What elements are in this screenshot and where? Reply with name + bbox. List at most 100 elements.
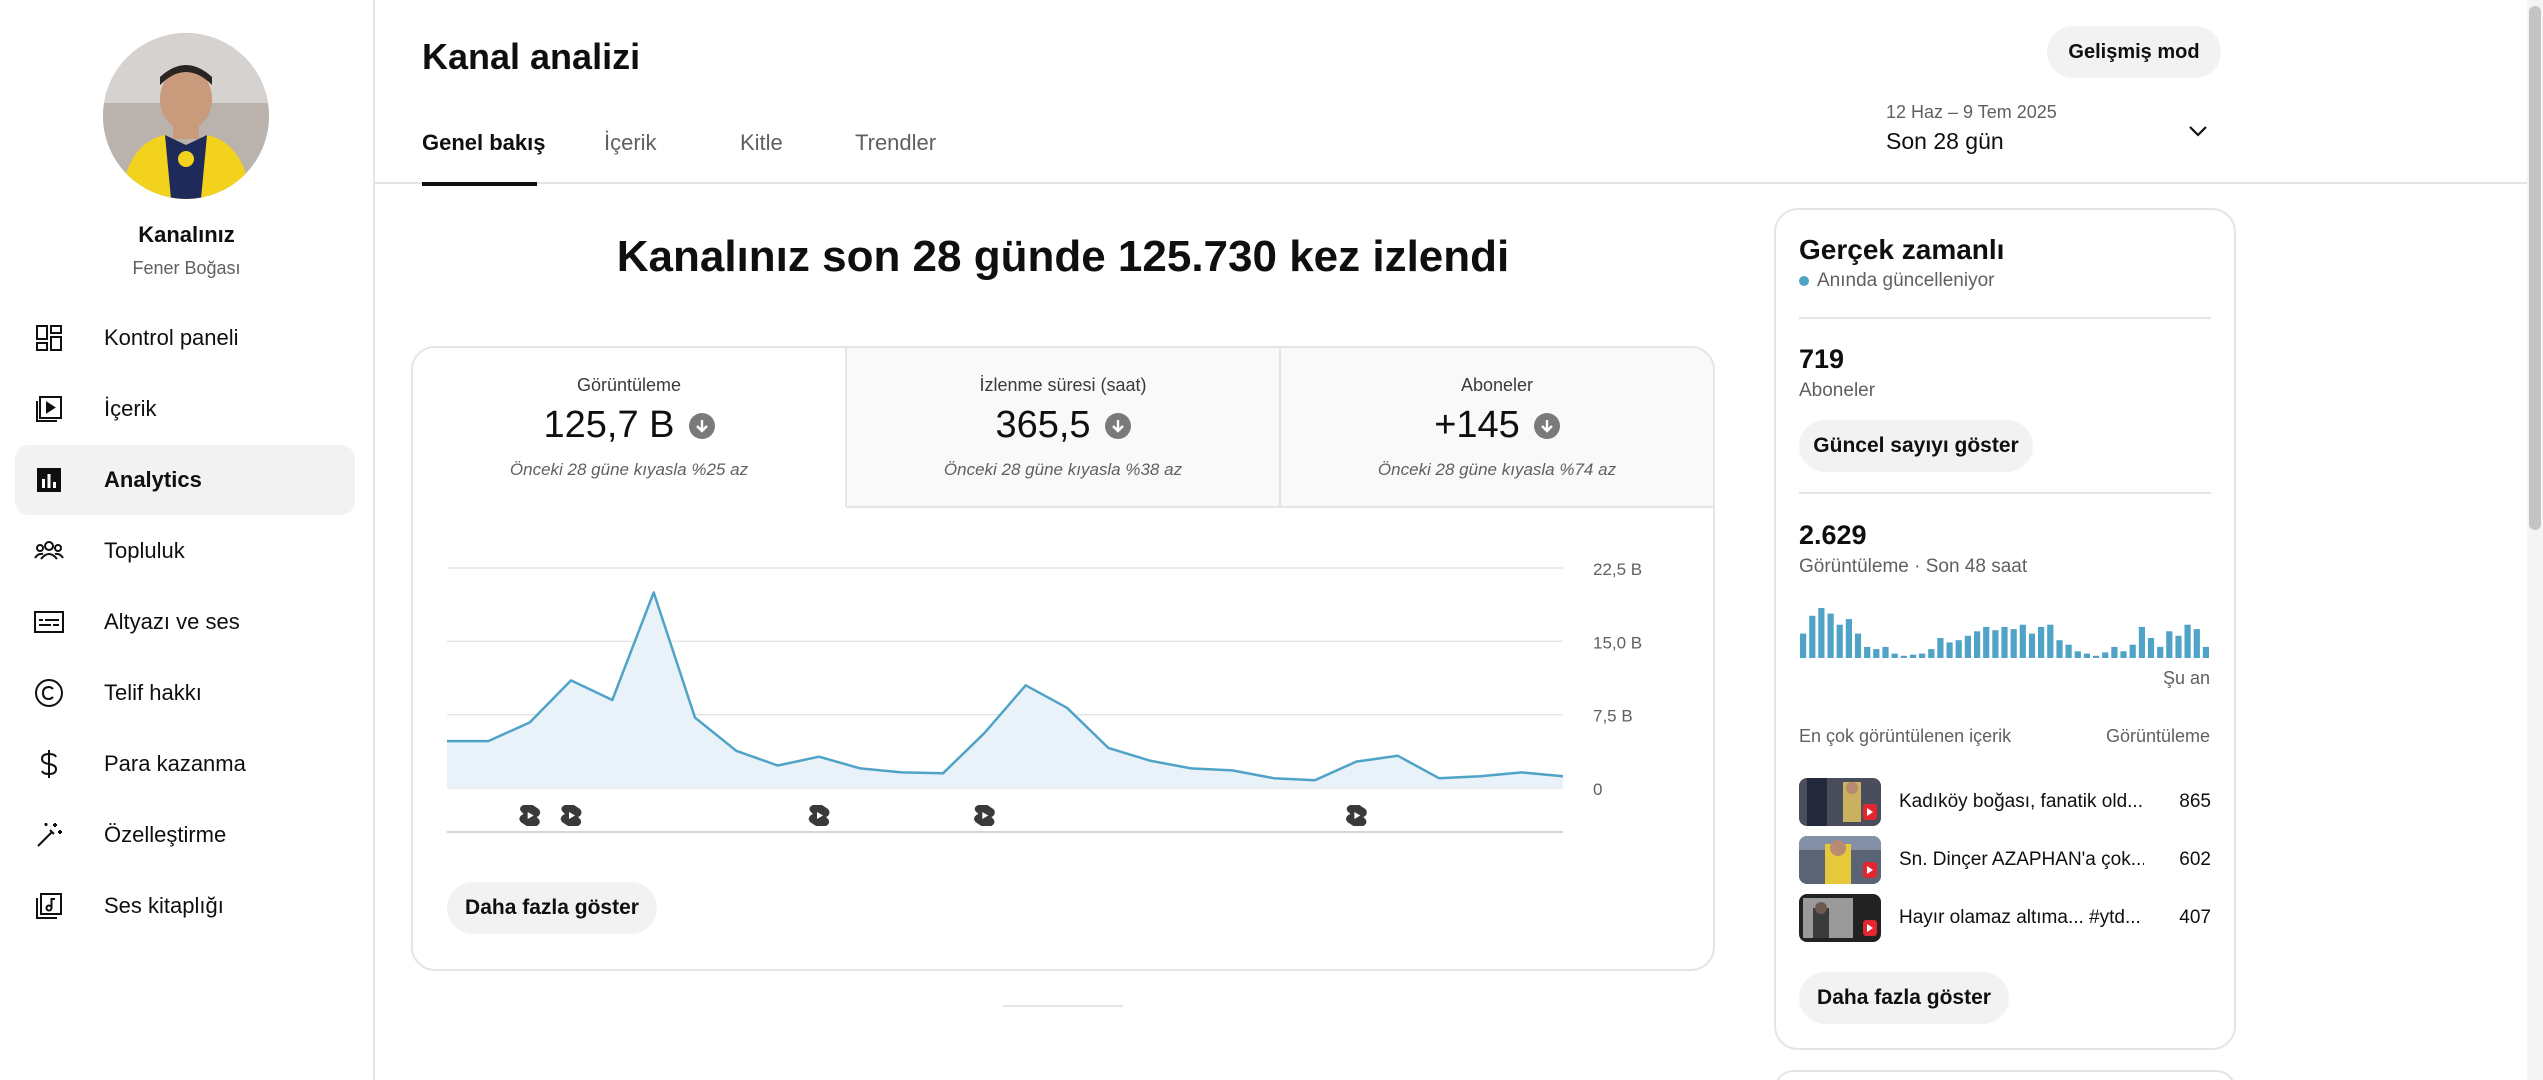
realtime-bar: [1909, 654, 1917, 658]
metric-value-row: 365,5: [847, 404, 1279, 447]
chart-y-tick-label: 15,0 B: [1593, 633, 1642, 652]
tab-trends[interactable]: Trendler: [855, 130, 936, 184]
metric-compare: Önceki 28 güne kıyasla %74 az: [1377, 460, 1617, 479]
metric-subscribers[interactable]: Aboneler +145 Önceki 28 güne kıyasla %74…: [1281, 348, 1713, 508]
chart-y-tick-label: 22,5 B: [1593, 560, 1642, 579]
channel-handle: Fener Boğası: [132, 258, 241, 278]
carousel-indicator: [1003, 1005, 1123, 1007]
sidebar-item-label: Altyazı ve ses: [104, 609, 240, 634]
date-range-selector[interactable]: Son 28 gün: [1886, 128, 2004, 155]
views-headline: Kanalınız son 28 günde 125.730 kez izlen…: [616, 232, 1510, 281]
realtime-bar: [2157, 646, 2164, 658]
tab-label: Kitle: [740, 130, 783, 155]
realtime-bar: [1992, 630, 1999, 658]
metric-compare: Önceki 28 güne kıyasla %38 az: [943, 460, 1183, 479]
subtitles-icon: [34, 607, 64, 637]
sidebar-item-subtitles[interactable]: Altyazı ve ses: [15, 587, 355, 657]
metric-watch-time[interactable]: İzlenme süresi (saat) 365,5 Önceki 28 gü…: [847, 348, 1281, 508]
customization-icon: [34, 820, 64, 850]
views-chart[interactable]: 22,5 B15,0 B7,5 B012 Haz 20...17 Haz 202…: [413, 538, 1713, 838]
avatar[interactable]: [103, 33, 269, 199]
scrollbar-thumb[interactable]: [2529, 6, 2541, 530]
top-content-item[interactable]: Hayır olamaz altıma... #ytd... 407: [1799, 894, 2211, 944]
sidebar-item-label: Analytics: [104, 467, 202, 492]
metric-value: +145: [1434, 404, 1520, 446]
realtime-bar: [2065, 644, 2072, 658]
realtime-subscribers-value: 719: [1799, 344, 1845, 374]
shorts-icon: [808, 805, 830, 826]
metric-tabs: Görüntüleme 125,7 B Önceki 28 güne kıyas…: [413, 348, 1713, 508]
realtime-bar: [1983, 626, 1990, 658]
sidebar-item-content[interactable]: İçerik: [15, 374, 355, 444]
video-thumbnail: [1799, 778, 1881, 826]
tab-label: Genel bakış: [422, 130, 546, 155]
chevron-down-icon[interactable]: [2183, 116, 2213, 146]
realtime-bar-chart[interactable]: [1799, 606, 2211, 658]
sidebar-item-community[interactable]: Topluluk: [15, 516, 355, 586]
realtime-views-value: 2.629: [1799, 520, 1867, 550]
advanced-mode-button[interactable]: Gelişmiş mod: [2047, 26, 2221, 78]
sidebar-item-customization[interactable]: Özelleştirme: [15, 800, 355, 870]
metric-value-row: +145: [1281, 404, 1713, 447]
audio-library-icon: [34, 891, 64, 921]
realtime-bar: [1845, 619, 1852, 658]
shorts-icon: [1346, 805, 1367, 826]
show-more-button[interactable]: Daha fazla göster: [447, 882, 657, 934]
sidebar-item-audio-library[interactable]: Ses kitaplığı: [15, 871, 355, 941]
community-icon: [34, 536, 64, 566]
tab-audience[interactable]: Kitle: [740, 130, 783, 184]
realtime-bar: [2202, 646, 2209, 658]
realtime-bar: [2010, 629, 2017, 658]
content-icon: [34, 394, 64, 424]
top-content-item[interactable]: Kadıköy boğası, fanatik old... 865: [1799, 778, 2211, 828]
realtime-bar: [1809, 615, 1816, 658]
sidebar: Kanalınız Fener Boğası Kontrol paneli İç…: [0, 0, 375, 1080]
top-content-item[interactable]: Sn. Dinçer AZAPHAN'a çok... 602: [1799, 836, 2211, 886]
realtime-bar: [2056, 640, 2063, 658]
sidebar-item-analytics[interactable]: Analytics: [15, 445, 355, 515]
dashboard-icon: [34, 323, 64, 353]
tab-label: Trendler: [855, 130, 937, 155]
realtime-bar: [1891, 653, 1898, 658]
realtime-bar: [1919, 653, 1926, 658]
metric-views[interactable]: Görüntüleme 125,7 B Önceki 28 güne kıyas…: [413, 348, 847, 508]
realtime-bar: [1964, 635, 1971, 658]
realtime-bar: [1946, 642, 1953, 658]
sidebar-item-label: Kontrol paneli: [104, 325, 239, 350]
metric-value-row: 125,7 B: [413, 404, 845, 447]
tab-content[interactable]: İçerik: [604, 130, 657, 184]
avatar-photo: [103, 33, 269, 199]
realtime-subscribers-label: Aboneler: [1799, 380, 1876, 401]
sidebar-item-label: Özelleştirme: [104, 822, 227, 847]
realtime-bar: [2019, 624, 2026, 658]
show-more-content-button[interactable]: Daha fazla göster: [1799, 972, 2009, 1024]
realtime-bar: [2001, 626, 2008, 658]
realtime-bar: [1836, 624, 1843, 658]
realtime-bar: [2047, 624, 2054, 658]
realtime-bar: [2111, 646, 2118, 658]
realtime-bar: [1827, 613, 1834, 658]
realtime-bar: [2147, 638, 2155, 658]
tab-overview[interactable]: Genel bakış: [422, 130, 546, 186]
realtime-bar: [2038, 626, 2045, 658]
analytics-icon: [34, 465, 64, 495]
realtime-bar: [2166, 631, 2173, 658]
realtime-bar: [1864, 646, 1871, 658]
chart-y-tick-label: 7,5 B: [1593, 707, 1633, 726]
sidebar-item-copyright[interactable]: Telif hakkı: [15, 658, 355, 728]
monetization-icon: [34, 749, 64, 779]
overview-card: Görüntüleme 125,7 B Önceki 28 güne kıyas…: [411, 346, 1715, 971]
sidebar-nav: Kontrol paneli İçerik Analytics Topluluk: [15, 303, 355, 942]
video-thumbnail: [1799, 836, 1881, 884]
metric-compare: Önceki 28 güne kıyasla %25 az: [509, 460, 749, 479]
sidebar-item-label: Para kazanma: [104, 751, 246, 776]
arrow-down-icon: [1533, 412, 1560, 439]
realtime-views-label: Görüntüleme · Son 48 saat: [1799, 556, 2028, 577]
realtime-status-text: Anında güncelleniyor: [1817, 270, 1995, 291]
realtime-title: Gerçek zamanlı: [1799, 234, 2005, 265]
realtime-bar: [1974, 631, 1981, 658]
chart-area-fill: [447, 592, 1563, 788]
show-current-count-button[interactable]: Güncel sayıyı göster: [1799, 420, 2033, 472]
sidebar-item-monetization[interactable]: Para kazanma: [15, 729, 355, 799]
sidebar-item-dashboard[interactable]: Kontrol paneli: [15, 303, 355, 373]
